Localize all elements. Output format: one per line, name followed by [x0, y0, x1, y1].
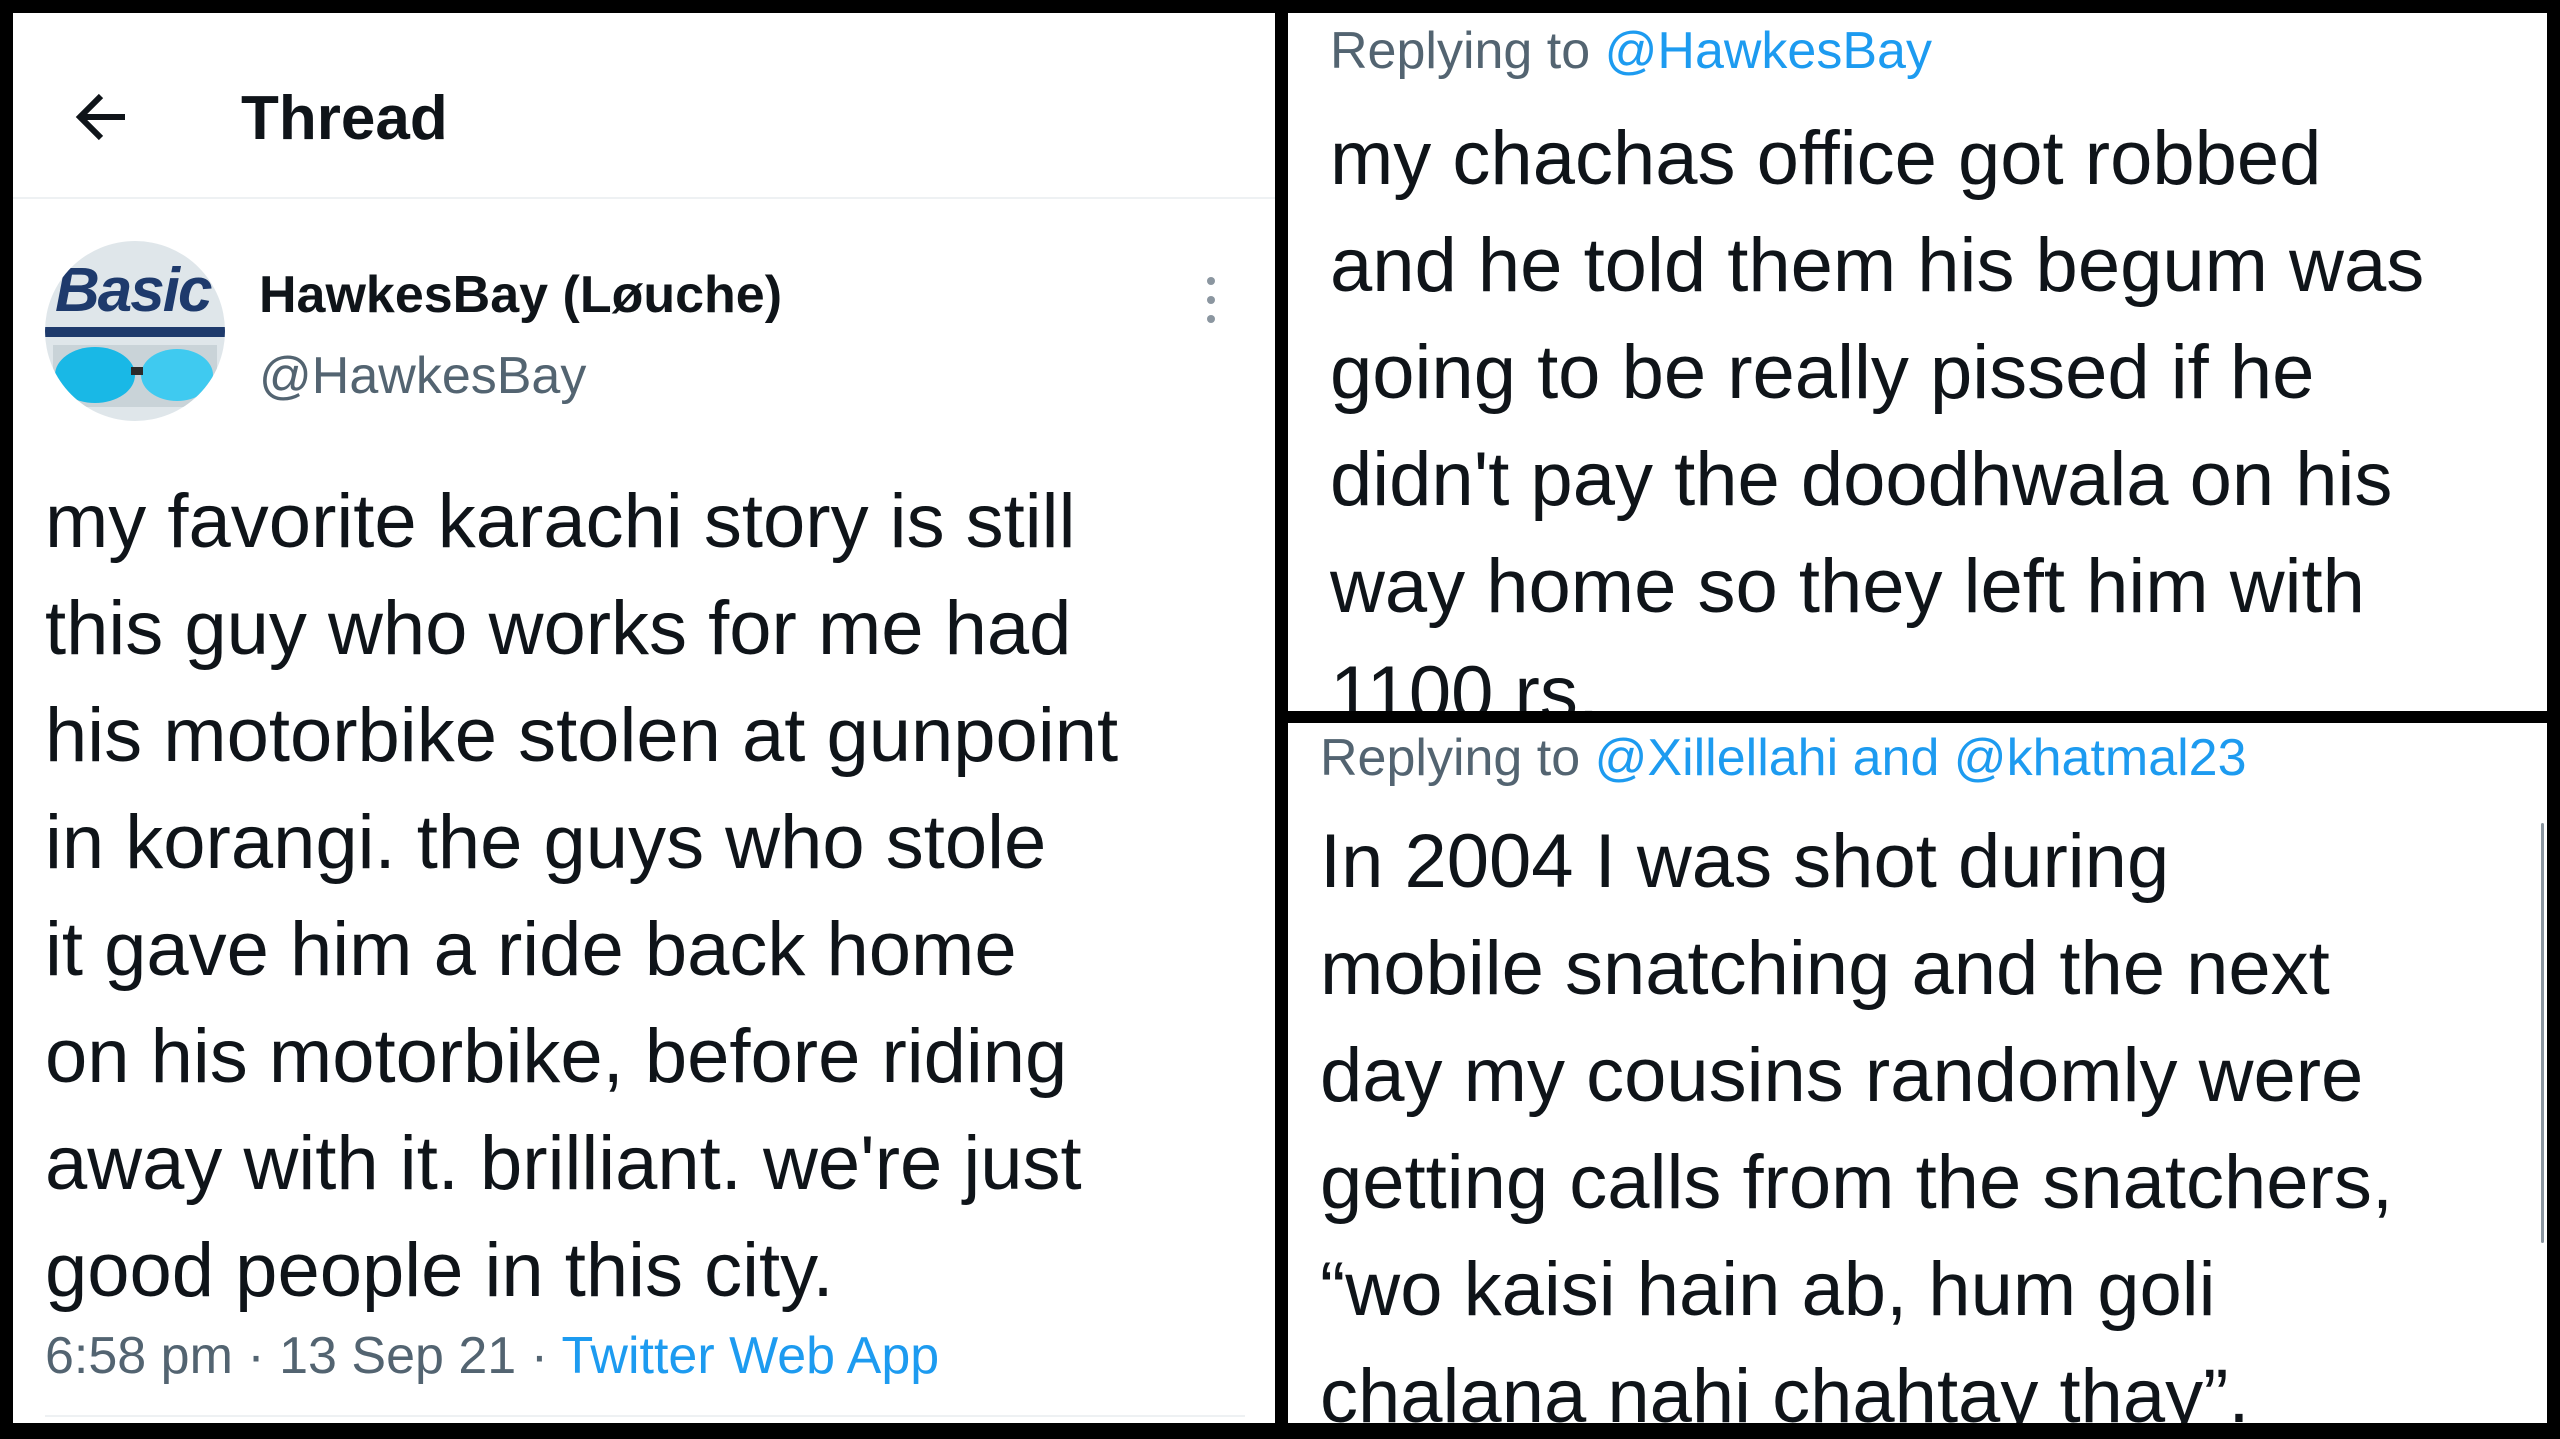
tweet-text-line: it gave him a ride back home: [45, 907, 1017, 992]
thread-panel: Thread Basic HawkesBay (Løuche) @HawkesB…: [13, 13, 1275, 1423]
reply-text-line: going to be really pissed if he: [1330, 330, 2315, 415]
reply-text-line: day my cousins randomly were: [1320, 1033, 2364, 1118]
reply-text-line: getting calls from the snatchers,: [1320, 1140, 2393, 1225]
reply-text: In 2004 I was shot during mobile snatchi…: [1320, 808, 2393, 1423]
reply-panel-two: Replying to @Xillellahi and @khatmal23 I…: [1288, 723, 2547, 1423]
reply-text-line: In 2004 I was shot during: [1320, 819, 2170, 904]
avatar-logo-text: Basic: [55, 256, 212, 325]
tweet-source-link[interactable]: Twitter Web App: [562, 1327, 940, 1385]
author-display-name[interactable]: HawkesBay (Løuche): [259, 265, 782, 325]
page-title: Thread: [241, 84, 448, 153]
tweet-date[interactable]: 13 Sep 21: [279, 1327, 516, 1385]
tweet-metadata: 6:58 pm · 13 Sep 21 · Twitter Web App: [45, 1326, 939, 1386]
tweet-text-line: on his motorbike, before riding: [45, 1014, 1068, 1099]
replying-to-mention[interactable]: @Xillellahi and @khatmal23: [1595, 729, 2247, 787]
replying-to-label: Replying to @HawkesBay: [1330, 21, 1932, 81]
reply-text-line: my chachas office got robbed: [1330, 116, 2322, 201]
replying-to-prefix: Replying to: [1330, 22, 1591, 80]
replying-to-label: Replying to @Xillellahi and @khatmal23: [1320, 728, 2247, 788]
reply-text-line: and he told them his begum was: [1330, 223, 2425, 308]
tweet-text-line: this guy who works for me had: [45, 586, 1072, 671]
thread-header: Thread: [13, 13, 1275, 199]
meta-separator: ·: [247, 1327, 265, 1385]
avatar[interactable]: Basic: [45, 241, 225, 421]
reply-text-line: didn't pay the doodhwala on his: [1330, 437, 2393, 522]
tweet-text-line: good people in this city.: [45, 1228, 834, 1313]
tweet-text-line: his motorbike stolen at gunpoint: [45, 693, 1119, 778]
tweet-text: my favorite karachi story is still this …: [45, 468, 1265, 1324]
more-vertical-icon[interactable]: [1203, 275, 1219, 325]
tweet-time[interactable]: 6:58 pm: [45, 1327, 233, 1385]
replying-to-mention[interactable]: @HawkesBay: [1605, 22, 1932, 80]
reply-text-line: “wo kaisi hain ab, hum goli: [1320, 1247, 2216, 1332]
tweet-text-line: in korangi. the guys who stole: [45, 800, 1047, 885]
reply-text-line: way home so they left him with: [1330, 544, 2365, 629]
reply-text: my chachas office got robbed and he told…: [1330, 105, 2424, 711]
back-arrow-icon[interactable]: [65, 81, 137, 153]
tweet-text-line: away with it. brilliant. we're just: [45, 1121, 1082, 1206]
avatar-sunglasses-image: [53, 345, 217, 407]
divider: [45, 1415, 1245, 1417]
reply-text-line: mobile snatching and the next: [1320, 926, 2330, 1011]
meta-separator: ·: [530, 1327, 549, 1385]
reply-text-line: 1100 rs,: [1330, 651, 1599, 711]
reply-panel-one: Replying to @HawkesBay my chachas office…: [1288, 13, 2547, 711]
avatar-stripe: [45, 327, 225, 337]
tweet-text-line: my favorite karachi story is still: [45, 479, 1076, 564]
reply-text-line: chalana nahi chahtay thay”.: [1320, 1354, 2250, 1423]
author-handle[interactable]: @HawkesBay: [259, 346, 586, 406]
scrollbar[interactable]: [2541, 823, 2544, 1243]
replying-to-prefix: Replying to: [1320, 729, 1581, 787]
